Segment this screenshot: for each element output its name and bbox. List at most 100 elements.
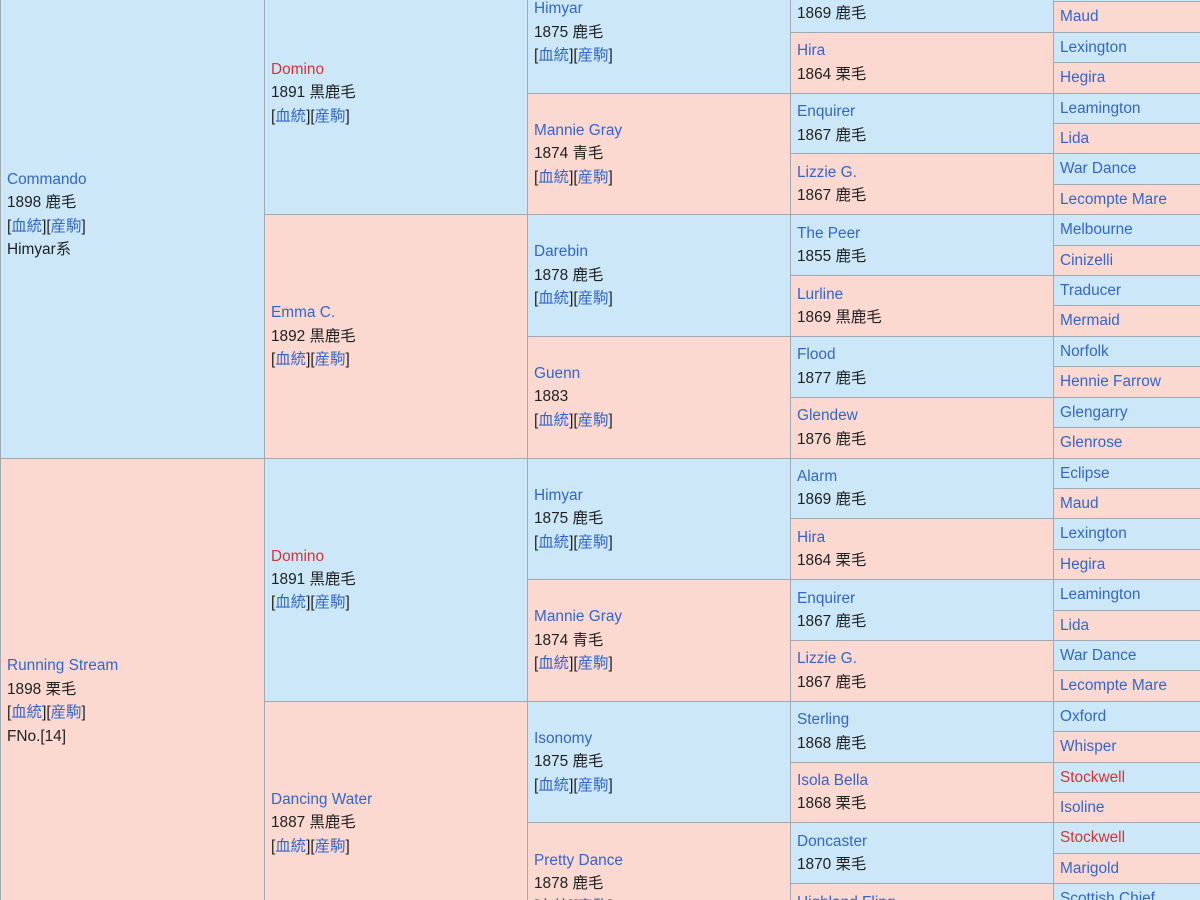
horse-name-link[interactable]: Himyar — [534, 0, 784, 21]
progeny-link[interactable]: 産駒 — [315, 108, 346, 125]
horse-name-link[interactable]: Pretty Dance — [534, 849, 784, 872]
horse-name-link[interactable]: Glendew — [797, 404, 1047, 427]
horse-name-link[interactable]: Melbourne — [1060, 218, 1194, 241]
horse-name-link[interactable]: Stockwell — [1060, 826, 1194, 849]
horse-name-link[interactable]: Doncaster — [797, 830, 1047, 853]
pedigree-progeny-links[interactable]: [血統][産駒] — [534, 409, 784, 432]
progeny-link[interactable]: 産駒 — [315, 838, 346, 855]
progeny-link[interactable]: 産駒 — [315, 351, 346, 368]
pedigree-link[interactable]: 血統 — [275, 108, 306, 125]
horse-name-link[interactable]: Lizzie G. — [797, 647, 1047, 670]
horse-name-link[interactable]: Highland Fling — [797, 891, 1047, 900]
horse-name-link[interactable]: Commando — [7, 168, 258, 191]
horse-name-link[interactable]: Domino — [271, 545, 521, 568]
pedigree-link[interactable]: 血統 — [275, 351, 306, 368]
pedigree-progeny-links[interactable]: [血統][産駒] — [534, 166, 784, 189]
pedigree-progeny-links[interactable]: [血統][産駒] — [534, 531, 784, 554]
pedigree-progeny-links[interactable]: [血統][産駒] — [271, 835, 521, 858]
pedigree-link[interactable]: 血統 — [11, 704, 42, 721]
pedigree-cell-gen4: Alarm 1869 鹿毛 — [790, 457, 1054, 520]
pedigree-link[interactable]: 血統 — [538, 655, 569, 672]
horse-name-link[interactable]: Leamington — [1060, 97, 1194, 120]
progeny-link[interactable]: 産駒 — [578, 169, 609, 186]
pedigree-link[interactable]: 血統 — [538, 412, 569, 429]
horse-name-link[interactable]: Eclipse — [1060, 462, 1194, 485]
pedigree-link[interactable]: 血統 — [275, 594, 306, 611]
pedigree-progeny-links[interactable]: [血統][産駒] — [534, 287, 784, 310]
progeny-link[interactable]: 産駒 — [578, 655, 609, 672]
horse-name-link[interactable]: Mannie Gray — [534, 119, 784, 142]
horse-name-link[interactable]: Marigold — [1060, 857, 1194, 880]
horse-name-link[interactable]: Darebin — [534, 240, 784, 263]
progeny-link[interactable]: 産駒 — [578, 412, 609, 429]
horse-name-link[interactable]: Emma C. — [271, 301, 521, 324]
horse-name-link[interactable]: Mermaid — [1060, 309, 1194, 332]
horse-name-link[interactable]: Domino — [271, 58, 521, 81]
pedigree-link[interactable]: 血統 — [538, 290, 569, 307]
pedigree-progeny-links[interactable]: [血統][産駒] — [7, 215, 258, 238]
progeny-link[interactable]: 産駒 — [51, 704, 82, 721]
horse-name-link[interactable]: Scottish Chief — [1060, 887, 1194, 900]
progeny-link[interactable]: 産駒 — [578, 47, 609, 64]
horse-name-link[interactable]: Hira — [797, 526, 1047, 549]
horse-name-link[interactable]: Alarm — [797, 465, 1047, 488]
horse-name-link[interactable]: Dancing Water — [271, 788, 521, 811]
horse-name-link[interactable]: Leamington — [1060, 583, 1194, 606]
horse-name-link[interactable]: Mannie Gray — [534, 605, 784, 628]
horse-name-link[interactable]: War Dance — [1060, 644, 1194, 667]
progeny-link[interactable]: 産駒 — [578, 777, 609, 794]
pedigree-progeny-links[interactable]: [血統][産駒] — [7, 701, 258, 724]
horse-name-link[interactable]: Maud — [1060, 492, 1194, 515]
horse-name-link[interactable]: Whisper — [1060, 735, 1194, 758]
horse-name-link[interactable]: Norfolk — [1060, 340, 1194, 363]
horse-name-link[interactable]: Oxford — [1060, 705, 1194, 728]
horse-name-link[interactable]: Cinizelli — [1060, 249, 1194, 272]
horse-name-link[interactable]: The Peer — [797, 222, 1047, 245]
pedigree-link[interactable]: 血統 — [538, 47, 569, 64]
horse-name-link[interactable]: Himyar — [534, 484, 784, 507]
horse-name-link[interactable]: Lecompte Mare — [1060, 674, 1194, 697]
horse-name-link[interactable]: Lida — [1060, 127, 1194, 150]
progeny-link[interactable]: 産駒 — [315, 594, 346, 611]
horse-name-link[interactable]: Lurline — [797, 283, 1047, 306]
pedigree-link[interactable]: 血統 — [538, 169, 569, 186]
horse-name-link[interactable]: Hegira — [1060, 553, 1194, 576]
horse-name-link[interactable]: Hegira — [1060, 66, 1194, 89]
pedigree-link[interactable]: 血統 — [538, 534, 569, 551]
pedigree-link[interactable]: 血統 — [538, 777, 569, 794]
horse-name-link[interactable]: Traducer — [1060, 279, 1194, 302]
horse-name-link[interactable]: Isonomy — [534, 727, 784, 750]
horse-name-link[interactable]: Lida — [1060, 614, 1194, 637]
pedigree-progeny-links[interactable]: [血統][産駒] — [534, 774, 784, 797]
horse-name-link[interactable]: Lizzie G. — [797, 161, 1047, 184]
pedigree-progeny-links[interactable]: [血統][産駒] — [271, 348, 521, 371]
horse-name-link[interactable]: Lexington — [1060, 522, 1194, 545]
horse-name-link[interactable]: Glengarry — [1060, 401, 1194, 424]
horse-name-link[interactable]: Hira — [797, 39, 1047, 62]
horse-name-link[interactable]: Lecompte Mare — [1060, 188, 1194, 211]
pedigree-progeny-links[interactable]: [血統][産駒] — [271, 591, 521, 614]
horse-name-link[interactable]: Enquirer — [797, 100, 1047, 123]
pedigree-progeny-links[interactable]: [血統][産駒] — [534, 44, 784, 67]
horse-name-link[interactable]: Flood — [797, 343, 1047, 366]
horse-name-link[interactable]: Sterling — [797, 708, 1047, 731]
pedigree-link[interactable]: 血統 — [11, 218, 42, 235]
progeny-link[interactable]: 産駒 — [578, 290, 609, 307]
pedigree-progeny-links[interactable]: [血統][産駒] — [534, 652, 784, 675]
pedigree-progeny-links[interactable]: [血統][産駒] — [534, 895, 784, 900]
horse-name-link[interactable]: Isoline — [1060, 796, 1194, 819]
horse-name-link[interactable]: Stockwell — [1060, 766, 1194, 789]
horse-name-link[interactable]: Running Stream — [7, 654, 258, 677]
horse-name-link[interactable]: Lexington — [1060, 36, 1194, 59]
horse-name-link[interactable]: Isola Bella — [797, 769, 1047, 792]
pedigree-link[interactable]: 血統 — [275, 838, 306, 855]
horse-name-link[interactable]: Maud — [1060, 5, 1194, 28]
progeny-link[interactable]: 産駒 — [578, 534, 609, 551]
horse-name-link[interactable]: Hennie Farrow — [1060, 370, 1194, 393]
pedigree-progeny-links[interactable]: [血統][産駒] — [271, 105, 521, 128]
horse-name-link[interactable]: Glenrose — [1060, 431, 1194, 454]
horse-name-link[interactable]: War Dance — [1060, 157, 1194, 180]
horse-name-link[interactable]: Guenn — [534, 362, 784, 385]
horse-name-link[interactable]: Enquirer — [797, 587, 1047, 610]
progeny-link[interactable]: 産駒 — [51, 218, 82, 235]
